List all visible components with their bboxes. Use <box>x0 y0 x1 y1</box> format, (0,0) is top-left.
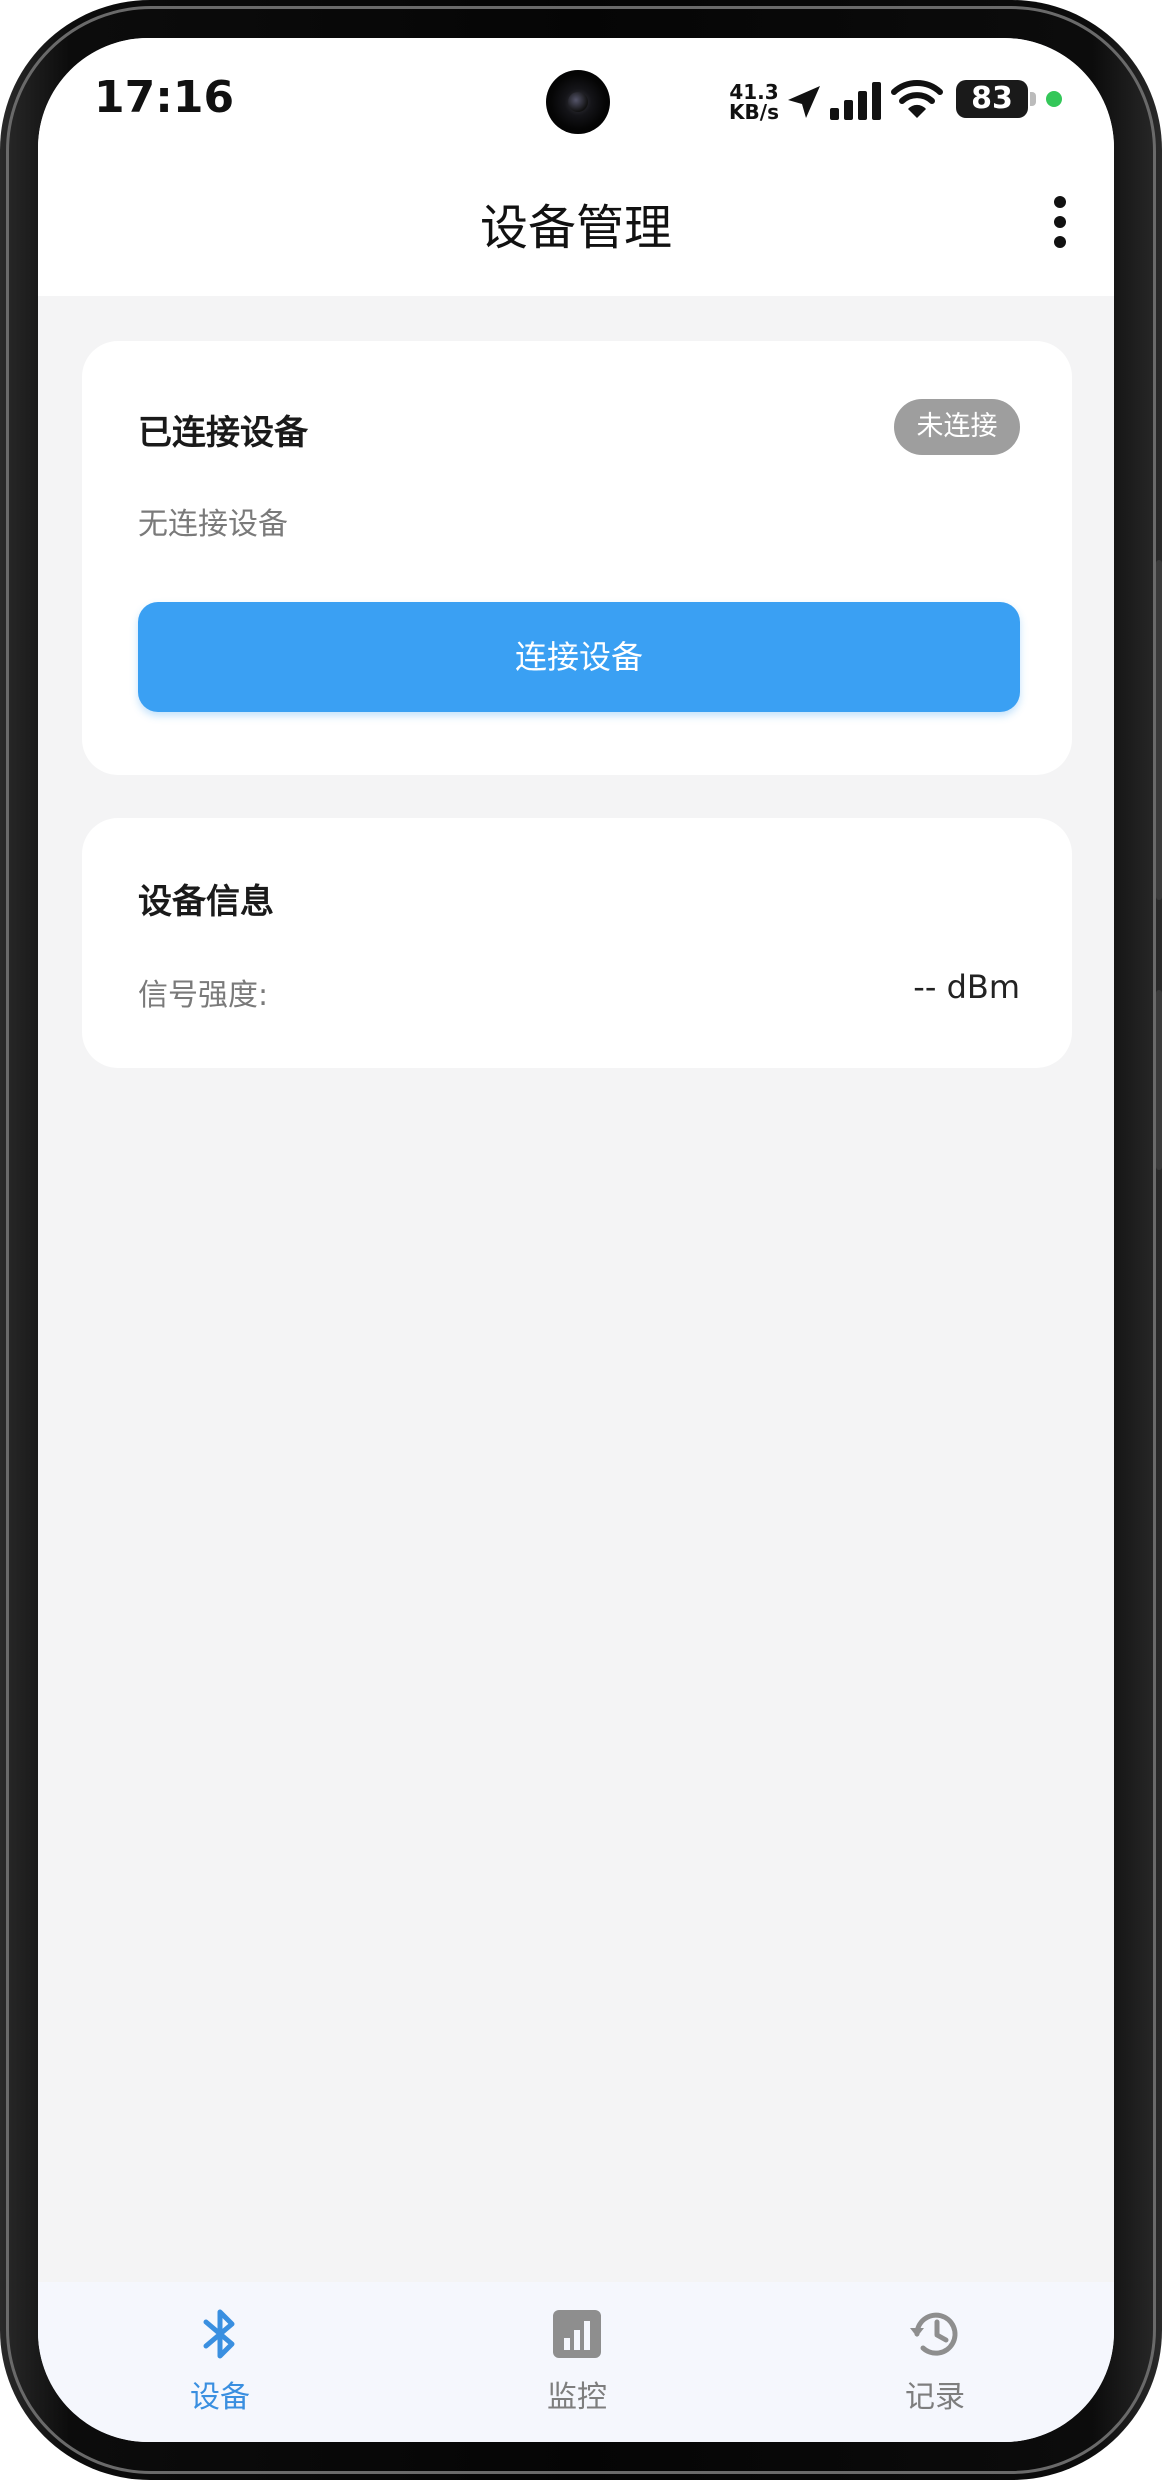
bluetooth-icon <box>203 2309 235 2359</box>
nav-label-records: 记录 <box>905 2380 965 2415</box>
wifi-icon <box>891 80 943 118</box>
phone-screen: 17:16 41.3 KB/s 83 设备管理 已连接设备 未连接 无连接设备 … <box>38 38 1114 2442</box>
bottom-navigation: 设备 监控 记录 <box>38 2282 1114 2442</box>
signal-icon <box>830 82 881 120</box>
connected-device-card: 已连接设备 未连接 无连接设备 连接设备 <box>82 341 1072 775</box>
history-icon <box>910 2312 958 2356</box>
signal-strength-value: -- dBm <box>913 968 1020 1006</box>
power-button <box>1156 990 1162 1170</box>
front-camera <box>546 70 610 134</box>
volume-button <box>1156 560 1162 900</box>
location-icon <box>788 86 820 118</box>
page-title: 设备管理 <box>479 200 672 256</box>
device-info-title: 设备信息 <box>138 882 274 922</box>
network-speed: 41.3 KB/s <box>724 82 784 122</box>
more-vertical-icon-dot <box>1054 236 1066 248</box>
nav-item-device[interactable]: 设备 <box>120 2282 320 2422</box>
nav-label-device: 设备 <box>190 2380 250 2415</box>
app-bar: 设备管理 <box>38 158 1114 296</box>
nav-item-monitor[interactable]: 监控 <box>477 2282 677 2422</box>
network-speed-value: 41.3 <box>729 80 779 104</box>
nav-label-monitor: 监控 <box>547 2380 607 2415</box>
more-options-button[interactable] <box>1038 182 1082 262</box>
more-vertical-icon-dot <box>1054 216 1066 228</box>
network-speed-unit: KB/s <box>729 100 779 124</box>
status-time: 17:16 <box>94 72 235 123</box>
battery-tip <box>1030 92 1036 106</box>
connected-device-title: 已连接设备 <box>138 413 308 453</box>
nav-item-records[interactable]: 记录 <box>835 2282 1035 2422</box>
status-bar: 17:16 41.3 KB/s 83 <box>38 38 1114 158</box>
battery-indicator: 83 <box>956 80 1028 118</box>
connection-status-badge: 未连接 <box>894 399 1020 455</box>
privacy-indicator-dot <box>1046 91 1062 107</box>
no-device-text: 无连接设备 <box>138 507 288 542</box>
bar-chart-icon <box>553 2310 601 2358</box>
device-info-card: 设备信息 信号强度: -- dBm <box>82 818 1072 1068</box>
signal-strength-label: 信号强度: <box>138 978 269 1013</box>
more-vertical-icon-dot <box>1054 196 1066 208</box>
connect-device-button[interactable]: 连接设备 <box>138 602 1020 712</box>
